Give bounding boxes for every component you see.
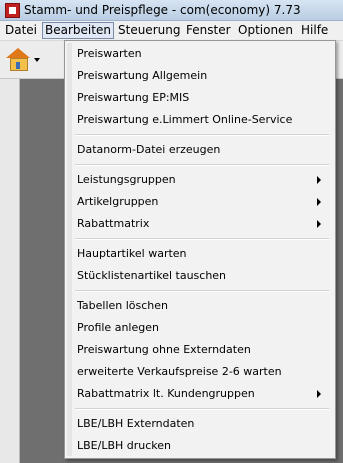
left-panel: [0, 79, 20, 463]
title-bar: Stamm- und Preispflege - com(economy) 7.…: [0, 0, 343, 21]
submenu-arrow-icon: [317, 220, 321, 228]
menu-separator: [75, 290, 329, 292]
menu-item-preiswarten[interactable]: Preiswarten: [75, 43, 329, 64]
menu-separator: [75, 164, 329, 166]
menu-item-lbe-lbh-externdaten[interactable]: LBE/LBH Externdaten: [75, 413, 329, 434]
bearbeiten-dropdown: Preiswarten Preiswartung Allgemein Preis…: [64, 40, 336, 459]
window-title: Stamm- und Preispflege - com(economy) 7.…: [24, 3, 301, 17]
menu-item-rabattmatrix-kundengruppen[interactable]: Rabattmatrix lt. Kundengruppen: [75, 383, 329, 404]
home-icon[interactable]: [6, 48, 30, 71]
menu-item-stuecklistenartikel[interactable]: Stücklistenartikel tauschen: [75, 265, 329, 286]
menu-item-preiswartung-elimmert[interactable]: Preiswartung e.Limmert Online-Service: [75, 109, 329, 130]
menu-bar: Datei Bearbeiten Steuerung Fenster Optio…: [0, 21, 343, 41]
menu-hilfe[interactable]: Hilfe: [301, 23, 328, 38]
menu-item-rabattmatrix[interactable]: Rabattmatrix: [75, 213, 329, 234]
menu-item-datanorm[interactable]: Datanorm-Datei erzeugen: [75, 139, 329, 160]
menu-steuerung[interactable]: Steuerung: [118, 23, 180, 38]
menu-item-hauptartikel[interactable]: Hauptartikel warten: [75, 243, 329, 264]
menu-item-erweiterte-verkaufspreise[interactable]: erweiterte Verkaufspreise 2-6 warten: [75, 361, 329, 382]
menu-item-lbe-lbh-drucken[interactable]: LBE/LBH drucken: [75, 435, 329, 456]
menu-optionen[interactable]: Optionen: [238, 23, 293, 38]
menu-separator: [75, 408, 329, 410]
menu-item-preiswartung-allgemein[interactable]: Preiswartung Allgemein: [75, 65, 329, 86]
menu-datei[interactable]: Datei: [5, 23, 37, 38]
menu-item-tabellen-loeschen[interactable]: Tabellen löschen: [75, 295, 329, 316]
submenu-arrow-icon: [317, 176, 321, 184]
menu-fenster[interactable]: Fenster: [186, 23, 231, 38]
menu-separator: [75, 238, 329, 240]
menu-item-preiswartung-epmis[interactable]: Preiswartung EP:MIS: [75, 87, 329, 108]
menu-bearbeiten[interactable]: Bearbeiten: [42, 22, 114, 39]
menu-separator: [75, 134, 329, 136]
menu-icon-strip: [67, 43, 72, 456]
menu-item-artikelgruppen[interactable]: Artikelgruppen: [75, 191, 329, 212]
dropdown-arrow-icon[interactable]: [34, 58, 40, 62]
submenu-arrow-icon: [317, 390, 321, 398]
app-icon: [5, 3, 20, 18]
submenu-arrow-icon: [317, 198, 321, 206]
menu-item-profile-anlegen[interactable]: Profile anlegen: [75, 317, 329, 338]
menu-item-preiswartung-ohne-externdaten[interactable]: Preiswartung ohne Externdaten: [75, 339, 329, 360]
menu-item-leistungsgruppen[interactable]: Leistungsgruppen: [75, 169, 329, 190]
